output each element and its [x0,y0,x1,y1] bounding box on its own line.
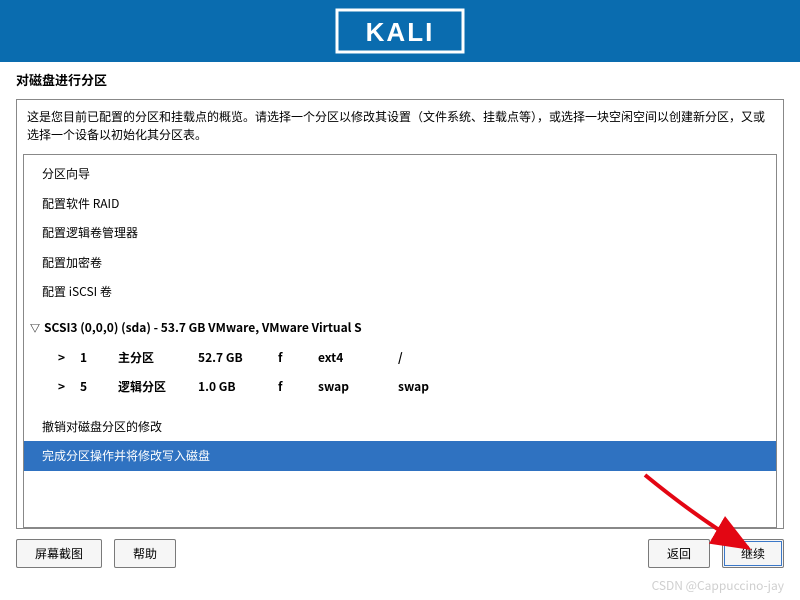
main-panel: 这是您目前已配置的分区和挂载点的概览。请选择一个分区以修改其设置（文件系统、挂载… [16,99,784,529]
partition-size: 1.0 GB [198,376,278,398]
partition-type: 主分区 [118,347,198,369]
partition-indicator: > [58,376,80,398]
partition-indicator: > [58,347,80,369]
partition-size: 52.7 GB [198,347,278,369]
watermark: CSDN @Cappuccino-jay [652,577,784,594]
partition-row[interactable]: > 5 逻辑分区 1.0 GB f swap swap [24,372,776,402]
partition-flag: f [278,347,318,369]
partition-mount: / [398,347,458,369]
continue-button[interactable]: 继续 [722,539,784,568]
partition-mount: swap [398,376,458,398]
spacer [24,402,776,412]
page-title: 对磁盘进行分区 [0,62,800,93]
partition-type: 逻辑分区 [118,376,198,398]
menu-guided[interactable]: 分区向导 [24,159,776,189]
expand-icon: ▽ [28,319,42,337]
back-button[interactable]: 返回 [648,539,710,568]
disk-row[interactable]: ▽ SCSI3 (0,0,0) (sda) - 53.7 GB VMware, … [24,307,776,343]
menu-iscsi[interactable]: 配置 iSCSI 卷 [24,277,776,307]
svg-text:KALI: KALI [366,17,435,47]
partition-row[interactable]: > 1 主分区 52.7 GB f ext4 / [24,343,776,373]
undo-changes[interactable]: 撤销对磁盘分区的修改 [24,412,776,442]
partition-fs: ext4 [318,347,398,369]
header-banner: KALI [0,0,800,62]
description-text: 这是您目前已配置的分区和挂载点的概览。请选择一个分区以修改其设置（文件系统、挂载… [17,108,783,154]
button-bar: 屏幕截图 帮助 返回 继续 [0,529,800,568]
help-button[interactable]: 帮助 [114,539,176,568]
partition-number: 1 [80,347,118,369]
partition-flag: f [278,376,318,398]
disk-label: SCSI3 (0,0,0) (sda) - 53.7 GB VMware, VM… [44,317,362,339]
kali-logo: KALI [335,8,465,54]
finish-partitioning[interactable]: 完成分区操作并将修改写入磁盘 [24,441,776,471]
screenshot-button[interactable]: 屏幕截图 [16,539,102,568]
partition-list: 分区向导 配置软件 RAID 配置逻辑卷管理器 配置加密卷 配置 iSCSI 卷… [23,154,777,528]
menu-crypt[interactable]: 配置加密卷 [24,248,776,278]
partition-fs: swap [318,376,398,398]
partition-number: 5 [80,376,118,398]
menu-lvm[interactable]: 配置逻辑卷管理器 [24,218,776,248]
menu-raid[interactable]: 配置软件 RAID [24,189,776,219]
